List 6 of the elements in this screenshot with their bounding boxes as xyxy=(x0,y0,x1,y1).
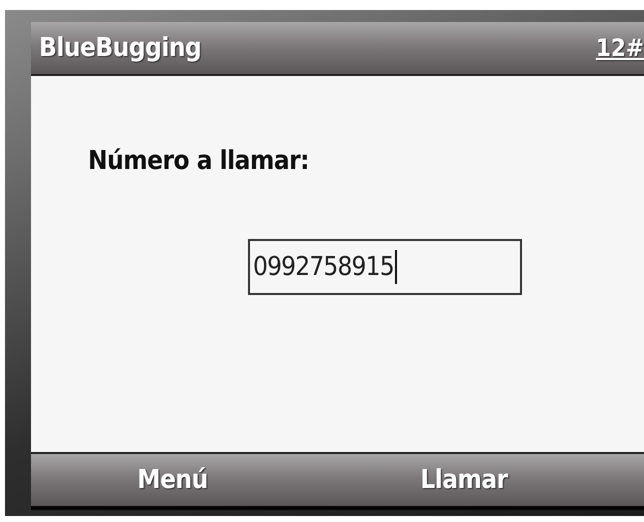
soft-key[interactable]: Menú xyxy=(137,465,208,495)
window-title: BlueBugging xyxy=(38,33,202,63)
field-label: Número a llamar: xyxy=(88,146,310,176)
soft-key[interactable]: Llamar xyxy=(420,465,508,495)
phone-number-field[interactable]: 0992758915 xyxy=(248,239,522,295)
input-mode-indicator: 12# xyxy=(596,34,644,62)
